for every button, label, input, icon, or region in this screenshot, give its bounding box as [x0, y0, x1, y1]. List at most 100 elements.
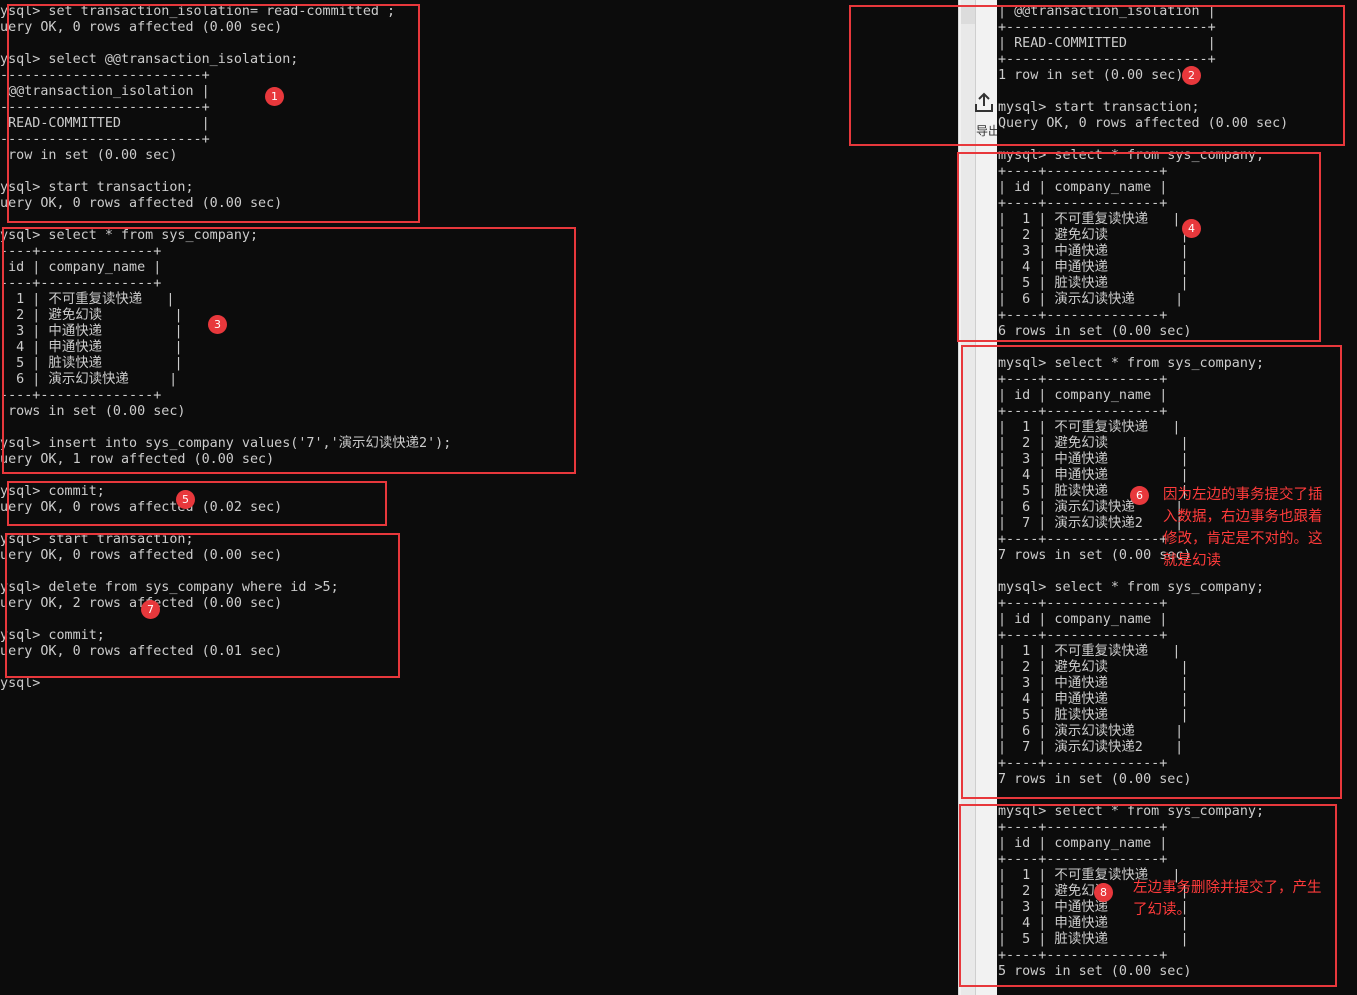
terminal-line: | @@transaction_isolation |: [998, 4, 1216, 19]
terminal-line: mysql> insert into sys_company values('7…: [0, 436, 452, 451]
terminal-line: Query OK, 0 rows affected (0.02 sec): [0, 500, 283, 515]
terminal-line: 1 row in set (0.00 sec): [998, 68, 1184, 83]
terminal-line: 6 rows in set (0.00 sec): [998, 324, 1192, 339]
terminal-line: +----+--------------+: [998, 532, 1168, 547]
terminal-line: | 4 | 申通快递 |: [998, 260, 1189, 275]
terminal-line: | 2 | 避免幻读 |: [998, 660, 1189, 675]
terminal-line: | 1 | 不可重复读快递 |: [998, 420, 1181, 435]
terminal-line: mysql> delete from sys_company where id …: [0, 580, 339, 595]
terminal-line: +----+--------------+: [998, 852, 1168, 867]
terminal-line: mysql> select * from sys_company;: [998, 148, 1265, 163]
terminal-line: | 3 | 中通快递 |: [0, 324, 183, 339]
terminal-line: | 5 | 脏读快递 |: [998, 276, 1189, 291]
terminal-line: mysql> commit;: [0, 484, 105, 499]
terminal-line: +----+--------------+: [998, 756, 1168, 771]
terminal-line: mysql> select * from sys_company;: [998, 580, 1265, 595]
terminal-line: | 1 | 不可重复读快递 |: [998, 644, 1181, 659]
terminal-line: Query OK, 0 rows affected (0.00 sec): [998, 116, 1289, 131]
terminal-line: | id | company_name |: [998, 836, 1168, 851]
terminal-line: | 7 | 演示幻读快递2 |: [998, 740, 1184, 755]
terminal-line: | id | company_name |: [0, 260, 162, 275]
terminal-line: +-------------------------+: [998, 20, 1216, 35]
terminal-line: +-------------------------+: [0, 132, 210, 147]
terminal-line: | 5 | 脏读快递 |: [0, 356, 183, 371]
terminal-line: | id | company_name |: [998, 180, 1168, 195]
terminal-line: | 2 | 避免幻读 |: [998, 228, 1189, 243]
terminal-line: +----+--------------+: [998, 628, 1168, 643]
terminal-line: | 4 | 申通快递 |: [998, 468, 1189, 483]
terminal-line: mysql> set transaction_isolation= read-c…: [0, 4, 396, 19]
window-divider: 导出: [958, 0, 1000, 995]
terminal-line: mysql> start transaction;: [0, 180, 194, 195]
terminal-line: | 6 | 演示幻读快递 |: [998, 500, 1184, 515]
terminal-line: | READ-COMMITTED |: [998, 36, 1216, 51]
terminal-line: | 3 | 中通快递 |: [998, 452, 1189, 467]
terminal-line: | id | company_name |: [998, 612, 1168, 627]
terminal-line: | 6 | 演示幻读快递 |: [998, 724, 1184, 739]
terminal-line: +----+--------------+: [998, 372, 1168, 387]
terminal-line: +----+--------------+: [998, 308, 1168, 323]
terminal-line: +-------------------------+: [0, 68, 210, 83]
terminal-line: | READ-COMMITTED |: [0, 116, 210, 131]
terminal-line: | 4 | 申通快递 |: [998, 692, 1189, 707]
marker-7: 7: [141, 600, 160, 619]
terminal-line: | 4 | 申通快递 |: [0, 340, 183, 355]
terminal-line: Query OK, 0 rows affected (0.00 sec): [0, 196, 283, 211]
terminal-line: Query OK, 0 rows affected (0.00 sec): [0, 20, 283, 35]
terminal-line: Query OK, 0 rows affected (0.01 sec): [0, 644, 283, 659]
marker-8: 8: [1094, 883, 1113, 902]
marker-1: 1: [265, 87, 284, 106]
terminal-line: | 6 | 演示幻读快递 |: [998, 292, 1184, 307]
terminal-line: +-------------------------+: [998, 52, 1216, 67]
terminal-line: mysql> select * from sys_company;: [998, 356, 1265, 371]
terminal-line: | @@transaction_isolation |: [0, 84, 210, 99]
marker-4: 4: [1182, 219, 1201, 238]
terminal-line: +----+--------------+: [0, 244, 162, 259]
terminal-line: | 5 | 脏读快递 |: [998, 484, 1189, 499]
terminal-line: mysql> select * from sys_company;: [0, 228, 259, 243]
left-terminal[interactable]: mysql> set transaction_isolation= read-c…: [0, 0, 960, 995]
terminal-line: 7 rows in set (0.00 sec): [998, 772, 1192, 787]
terminal-line: Query OK, 1 row affected (0.00 sec): [0, 452, 275, 467]
terminal-line: 6 rows in set (0.00 sec): [0, 404, 186, 419]
terminal-line: +----+--------------+: [998, 164, 1168, 179]
marker-5: 5: [176, 490, 195, 509]
scrollbar-thumb[interactable]: [961, 6, 975, 24]
terminal-line: mysql> select * from sys_company;: [998, 804, 1265, 819]
terminal-line: | 5 | 脏读快递 |: [998, 708, 1189, 723]
terminal-line: | 2 | 避免幻读 |: [0, 308, 183, 323]
terminal-line: mysql> start transaction;: [998, 100, 1200, 115]
terminal-line: +----+--------------+: [998, 404, 1168, 419]
terminal-line: | 7 | 演示幻读快递2 |: [998, 516, 1184, 531]
terminal-line: | id | company_name |: [998, 388, 1168, 403]
terminal-line: 5 rows in set (0.00 sec): [998, 964, 1192, 979]
terminal-line: | 1 | 不可重复读快递 |: [0, 292, 175, 307]
annotation-note-6: 因为左边的事务提交了插 入数据，右边事务也跟着 修改，肯定是不对的。这 就是幻读: [1163, 487, 1323, 569]
marker-6: 6: [1130, 486, 1149, 505]
terminal-line: | 3 | 中通快递 |: [998, 676, 1189, 691]
terminal-line: +----+--------------+: [998, 196, 1168, 211]
terminal-line: | 6 | 演示幻读快递 |: [0, 372, 178, 387]
scrollbar-track[interactable]: [961, 0, 976, 995]
upload-icon: [974, 92, 994, 118]
terminal-line: Query OK, 0 rows affected (0.00 sec): [0, 548, 283, 563]
terminal-line: mysql> commit;: [0, 628, 105, 643]
terminal-line: +----+--------------+: [998, 948, 1168, 963]
terminal-line: +-------------------------+: [0, 100, 210, 115]
terminal-line: mysql>: [0, 676, 41, 691]
terminal-line: mysql> select @@transaction_isolation;: [0, 52, 299, 67]
marker-3: 3: [208, 315, 227, 334]
terminal-line: +----+--------------+: [998, 596, 1168, 611]
export-button[interactable]: 导出: [972, 92, 1000, 144]
annotation-note-8: 左边事务删除并提交了，产生 了幻读。: [1133, 880, 1322, 918]
terminal-line: | 5 | 脏读快递 |: [998, 932, 1189, 947]
terminal-line: mysql> start transaction;: [0, 532, 194, 547]
terminal-line: 1 row in set (0.00 sec): [0, 148, 178, 163]
terminal-line: | 1 | 不可重复读快递 |: [998, 212, 1181, 227]
terminal-line: +----+--------------+: [998, 820, 1168, 835]
terminal-line: +----+--------------+: [0, 388, 162, 403]
terminal-line: +----+--------------+: [0, 276, 162, 291]
terminal-line: | 2 | 避免幻读 |: [998, 436, 1189, 451]
marker-2: 2: [1182, 66, 1201, 85]
terminal-line: | 3 | 中通快递 |: [998, 244, 1189, 259]
